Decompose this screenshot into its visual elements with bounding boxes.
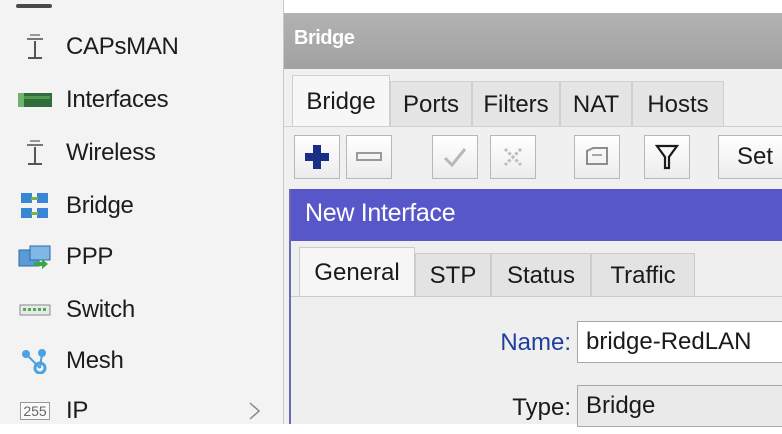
tab-status[interactable]: Status [491,253,591,297]
type-field[interactable]: Bridge [577,385,782,427]
name-field[interactable]: bridge-RedLAN [577,321,782,363]
disable-button[interactable] [490,135,536,179]
mesh-icon [18,347,52,375]
filter-icon [655,144,679,170]
interfaces-icon [18,86,52,114]
enable-button[interactable] [432,135,478,179]
tab-ports[interactable]: Ports [390,81,472,127]
sidebar-item-wireless[interactable]: Wireless [0,130,283,176]
ppp-icon [18,243,52,271]
tab-stp[interactable]: STP [415,253,491,297]
tab-nat[interactable]: NAT [560,81,632,127]
sidebar-item-bridge[interactable]: Bridge [0,183,283,229]
dialog-title: New Interface [305,199,456,227]
sidebar-item-mesh[interactable]: Mesh [0,338,283,384]
filter-button[interactable] [644,135,690,179]
bridge-icon [18,192,52,220]
tab-divider [291,296,782,297]
sidebar-item-label: PPP [66,243,114,270]
wireless-icon [18,139,52,167]
cross-icon [503,147,523,167]
sidebar-item-interfaces[interactable]: Interfaces [0,77,283,123]
sidebar-item-switch[interactable]: Switch [0,287,283,333]
comment-button[interactable] [574,135,620,179]
antenna-icon [18,33,52,61]
comment-icon [586,147,608,165]
sidebar-top-divider [16,4,52,8]
ip-icon: 255 [18,397,52,425]
dialog-tabbar: General STP Status Traffic [291,241,782,297]
tab-filters[interactable]: Filters [472,81,560,127]
plus-icon [305,145,329,169]
name-label: Name: [500,329,571,356]
switch-icon [18,296,52,324]
sidebar-item-label: Wireless [66,139,156,166]
remove-button[interactable] [346,135,392,179]
add-button[interactable] [294,135,340,179]
dialog-titlebar[interactable]: New Interface [291,189,782,241]
sidebar-item-label: Mesh [66,347,124,374]
submenu-arrow-icon [247,400,261,420]
bridge-window-title: Bridge [294,27,355,49]
type-label: Type: [512,394,571,421]
bridge-window-titlebar[interactable]: Bridge [284,13,782,69]
settings-button[interactable]: Set [718,135,782,179]
sidebar-item-label: Bridge [66,192,134,219]
sidebar-menu: CAPsMAN Interfaces Wireless Bridge PPP S… [0,0,284,424]
sidebar-item-label: Switch [66,296,135,323]
minus-icon [356,152,382,161]
check-icon [443,148,467,168]
sidebar-item-label: IP [66,397,89,424]
new-interface-dialog: New Interface General STP Status Traffic… [289,189,782,427]
sidebar-item-label: Interfaces [66,86,169,113]
bridge-toolbar: Set [284,127,782,189]
tab-traffic[interactable]: Traffic [591,253,695,297]
sidebar-item-ppp[interactable]: PPP [0,234,283,280]
sidebar-item-capsman[interactable]: CAPsMAN [0,24,283,70]
tab-bridge[interactable]: Bridge [292,75,390,127]
sidebar-item-label: CAPsMAN [66,33,179,60]
bridge-tabbar: Bridge Ports Filters NAT Hosts [284,69,782,127]
tab-hosts[interactable]: Hosts [632,81,724,127]
sidebar-item-ip[interactable]: 255 IP [0,388,283,434]
tab-general[interactable]: General [299,247,415,297]
